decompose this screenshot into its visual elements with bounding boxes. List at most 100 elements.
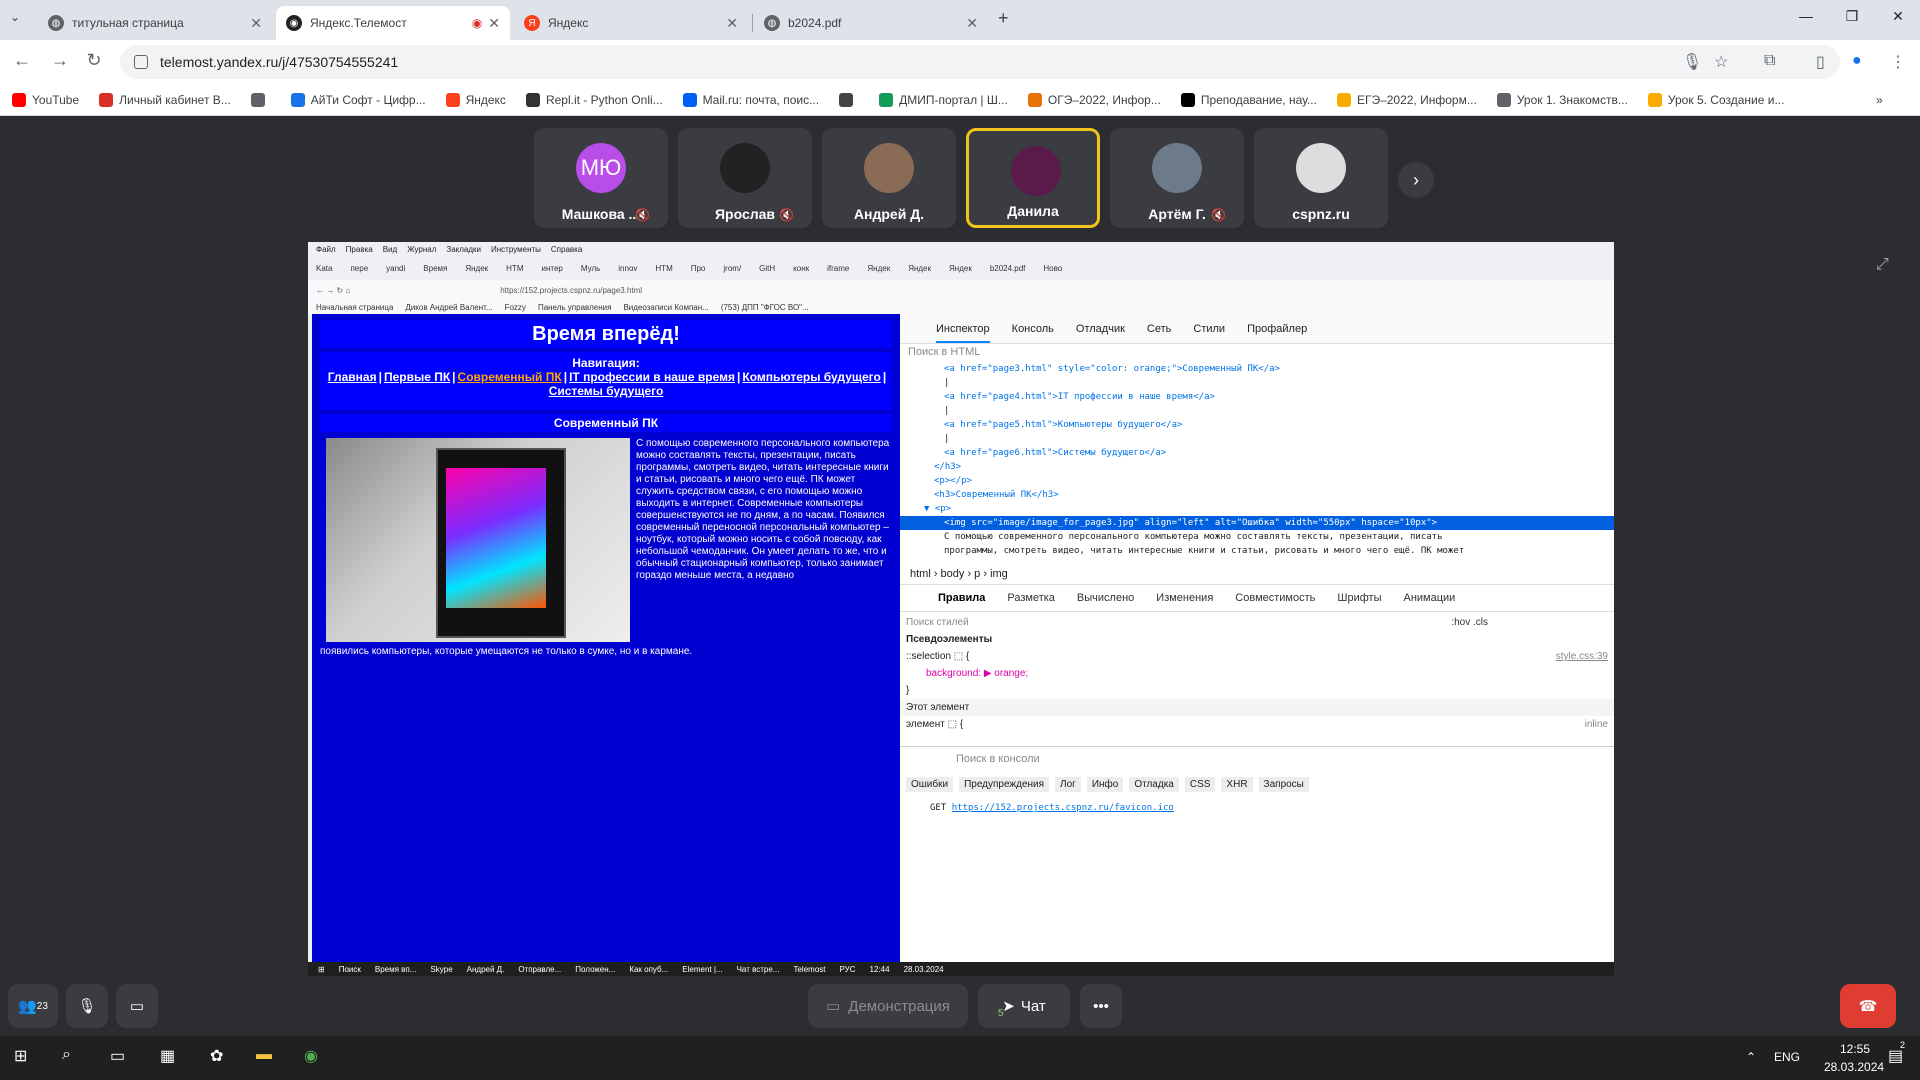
demo-button[interactable]: ▭ Демонстрация <box>808 984 968 1028</box>
extensions-icon[interactable]: ⧉ <box>1764 52 1775 70</box>
bookmark-item[interactable]: Личный кабинет В... <box>99 92 231 107</box>
bookmark-item[interactable]: ОГЭ–2022, Инфор... <box>1027 92 1161 107</box>
devtools-tab: Консоль <box>1011 322 1054 335</box>
inner-start-icon: ⊞ <box>318 964 325 974</box>
console-pane: Поиск в консоли Ошибки Предупреждения Лог И… <box>900 746 1614 962</box>
calculator-icon[interactable]: ▦ <box>160 1046 175 1066</box>
side-panel-icon[interactable]: ▯ <box>1816 52 1825 72</box>
html-tree-line: <a href="page3.html" style="color: orang… <box>944 364 1280 374</box>
tab-pdf[interactable]: ◍ b2024.pdf ✕ <box>754 6 988 40</box>
inner-taskbar-item: 12:44 <box>869 964 890 974</box>
shared-screen: Файл Правка Вид Журнал Закладки Инструменты Сп… <box>308 242 1614 976</box>
windows-start-icon[interactable]: ⊞ <box>14 1046 27 1066</box>
search-icon[interactable]: ⌕ <box>62 1046 71 1064</box>
participant-tile[interactable]: Артём Г. 🔇 <box>1110 128 1244 228</box>
nav-separator: | <box>452 370 456 384</box>
new-tab-button[interactable]: + <box>998 8 1009 29</box>
rules-pane: Поиск стилей :hov .cls Псевдоэлементы ::… <box>900 614 1614 733</box>
page-tail-text: появились компьютеры, которые умещаются … <box>320 646 693 657</box>
bookmark-item[interactable]: ДМИП-портал | Ш... <box>879 92 1008 107</box>
html-tree-line: ▼ <p> <box>924 504 952 514</box>
bookmark-favicon-icon <box>1336 92 1351 107</box>
ff-tab: iframe <box>827 263 850 273</box>
more-bookmarks-icon[interactable]: » <box>1876 93 1883 107</box>
bookmark-item[interactable]: Урок 5. Создание и... <box>1647 92 1784 107</box>
participant-tile[interactable]: Данила <box>966 128 1100 228</box>
tray-arrow-icon[interactable]: ⌃ <box>1746 1050 1756 1064</box>
participant-avatar <box>1011 146 1061 196</box>
console-filter-chip: Лог <box>1055 777 1081 792</box>
devtools-panel: Инспектор Консоль Отладчик Сеть Стили Профайл… <box>900 314 1614 962</box>
tab-title-page[interactable]: ◍ титульная страница ✕ <box>38 6 272 40</box>
close-window-icon[interactable]: ✕ <box>1878 8 1918 25</box>
next-participants-button[interactable]: › <box>1398 162 1434 198</box>
back-icon[interactable]: ← <box>10 50 34 71</box>
ff-back-icon: ← → ↻ ⌂ <box>316 285 351 295</box>
menu-icon[interactable]: ⋮ <box>1890 52 1906 72</box>
minimize-icon[interactable]: — <box>1786 8 1826 24</box>
ff-bookmark: Видеозаписи Компан... <box>623 302 709 312</box>
html-tree-line: </h3> <box>934 462 962 472</box>
tab-telemost[interactable]: ◉ Яндекс.Телемост ◉ ✕ <box>276 6 510 40</box>
bookmark-item[interactable]: YouTube <box>12 92 79 107</box>
bookmark-item[interactable]: Mail.ru: почта, поис... <box>682 92 819 107</box>
reload-icon[interactable]: ↻ <box>82 50 106 71</box>
close-icon[interactable]: ✕ <box>488 15 500 32</box>
globe-icon: ◍ <box>48 15 64 31</box>
console-search[interactable]: Поиск в консоли <box>956 753 1040 765</box>
rule-tab: Правила <box>938 592 986 604</box>
profile-icon[interactable]: ● <box>1852 52 1862 70</box>
html-search: Поиск в HTML <box>908 346 981 358</box>
more-button[interactable]: ••• <box>1080 984 1122 1028</box>
clock-time: 12:55 <box>1840 1042 1871 1056</box>
close-icon[interactable]: ✕ <box>726 15 738 32</box>
tab-yandex[interactable]: Я Яндекс ✕ <box>514 6 748 40</box>
app-icon[interactable]: ✿ <box>210 1046 223 1066</box>
task-view-icon[interactable]: ▭ <box>110 1046 125 1066</box>
participant-tile[interactable]: Ярослав 🔇 <box>678 128 812 228</box>
bookmark-item[interactable]: АйТи Софт - Цифр... <box>290 92 426 107</box>
bookmark-item[interactable]: Repl.it - Python Onli... <box>525 92 663 107</box>
html-tree-line: <img src="image/image_for_page3.jpg" ali… <box>900 516 1614 530</box>
console-get-url[interactable]: https://152.projects.cspnz.ru/favicon.ic… <box>952 803 1174 813</box>
participant-tile[interactable]: Андрей Д. <box>822 128 956 228</box>
participant-tile[interactable]: МЮ Машкова ... 🔇 <box>534 128 668 228</box>
ff-menu-item: Вид <box>382 244 398 254</box>
pc-image <box>326 438 630 642</box>
close-icon[interactable]: ✕ <box>250 15 262 32</box>
bookmark-item[interactable]: Яндекс <box>445 92 506 107</box>
bookmark-item[interactable]: Преподавание, нау... <box>1180 92 1317 107</box>
inner-taskbar-item: Skype <box>430 964 453 974</box>
nav-link: IT профессии в наше время <box>569 370 736 384</box>
bookmark-favicon-icon <box>250 92 265 107</box>
bookmark-item[interactable]: ЕГЭ–2022, Информ... <box>1336 92 1477 107</box>
chat-button[interactable]: ➤ Чат 5 <box>978 984 1070 1028</box>
bookmark-item[interactable]: Урок 1. Знакомств... <box>1496 92 1628 107</box>
globe-icon: ◍ <box>764 15 780 31</box>
tab-search-button[interactable]: ⌄ <box>10 10 20 24</box>
microphone-icon[interactable]: 🎙 <box>1682 52 1702 72</box>
language-indicator[interactable]: ENG <box>1774 1050 1800 1064</box>
ff-bookmark: Панель управления <box>537 302 612 312</box>
camera-off-button[interactable]: ▭ <box>116 984 158 1028</box>
participant-tile[interactable]: cspnz.ru <box>1254 128 1388 228</box>
chrome-icon[interactable]: ◉ <box>304 1046 318 1066</box>
bookmark-star-icon[interactable]: ☆ <box>1714 52 1728 72</box>
forward-icon[interactable]: → <box>48 50 72 71</box>
bookmark-item[interactable] <box>250 92 271 107</box>
console-filter-chip: Запросы <box>1258 777 1309 792</box>
participant-name: Данила <box>1007 203 1059 219</box>
close-icon[interactable]: ✕ <box>966 15 978 32</box>
site-info-icon[interactable] <box>134 55 148 69</box>
firefox-bookmarks: Начальная страница Диков Андрей Валент...… <box>308 300 1614 314</box>
restore-icon[interactable]: ❐ <box>1832 8 1872 25</box>
add-people-button[interactable]: 👥 23 <box>8 984 58 1028</box>
console-filter-chip: Инфо <box>1086 777 1124 792</box>
hang-up-button[interactable]: ☎ <box>1840 984 1896 1028</box>
bookmark-item[interactable] <box>839 92 859 107</box>
nav-separator: | <box>737 370 741 384</box>
mute-mic-button[interactable]: 🎙 <box>66 984 108 1028</box>
fullscreen-icon[interactable]: ⤢ <box>1876 256 1889 274</box>
file-explorer-icon[interactable]: ▬ <box>256 1046 272 1064</box>
address-bar[interactable]: telemost.yandex.ru/j/47530754555241 <box>120 45 1840 79</box>
